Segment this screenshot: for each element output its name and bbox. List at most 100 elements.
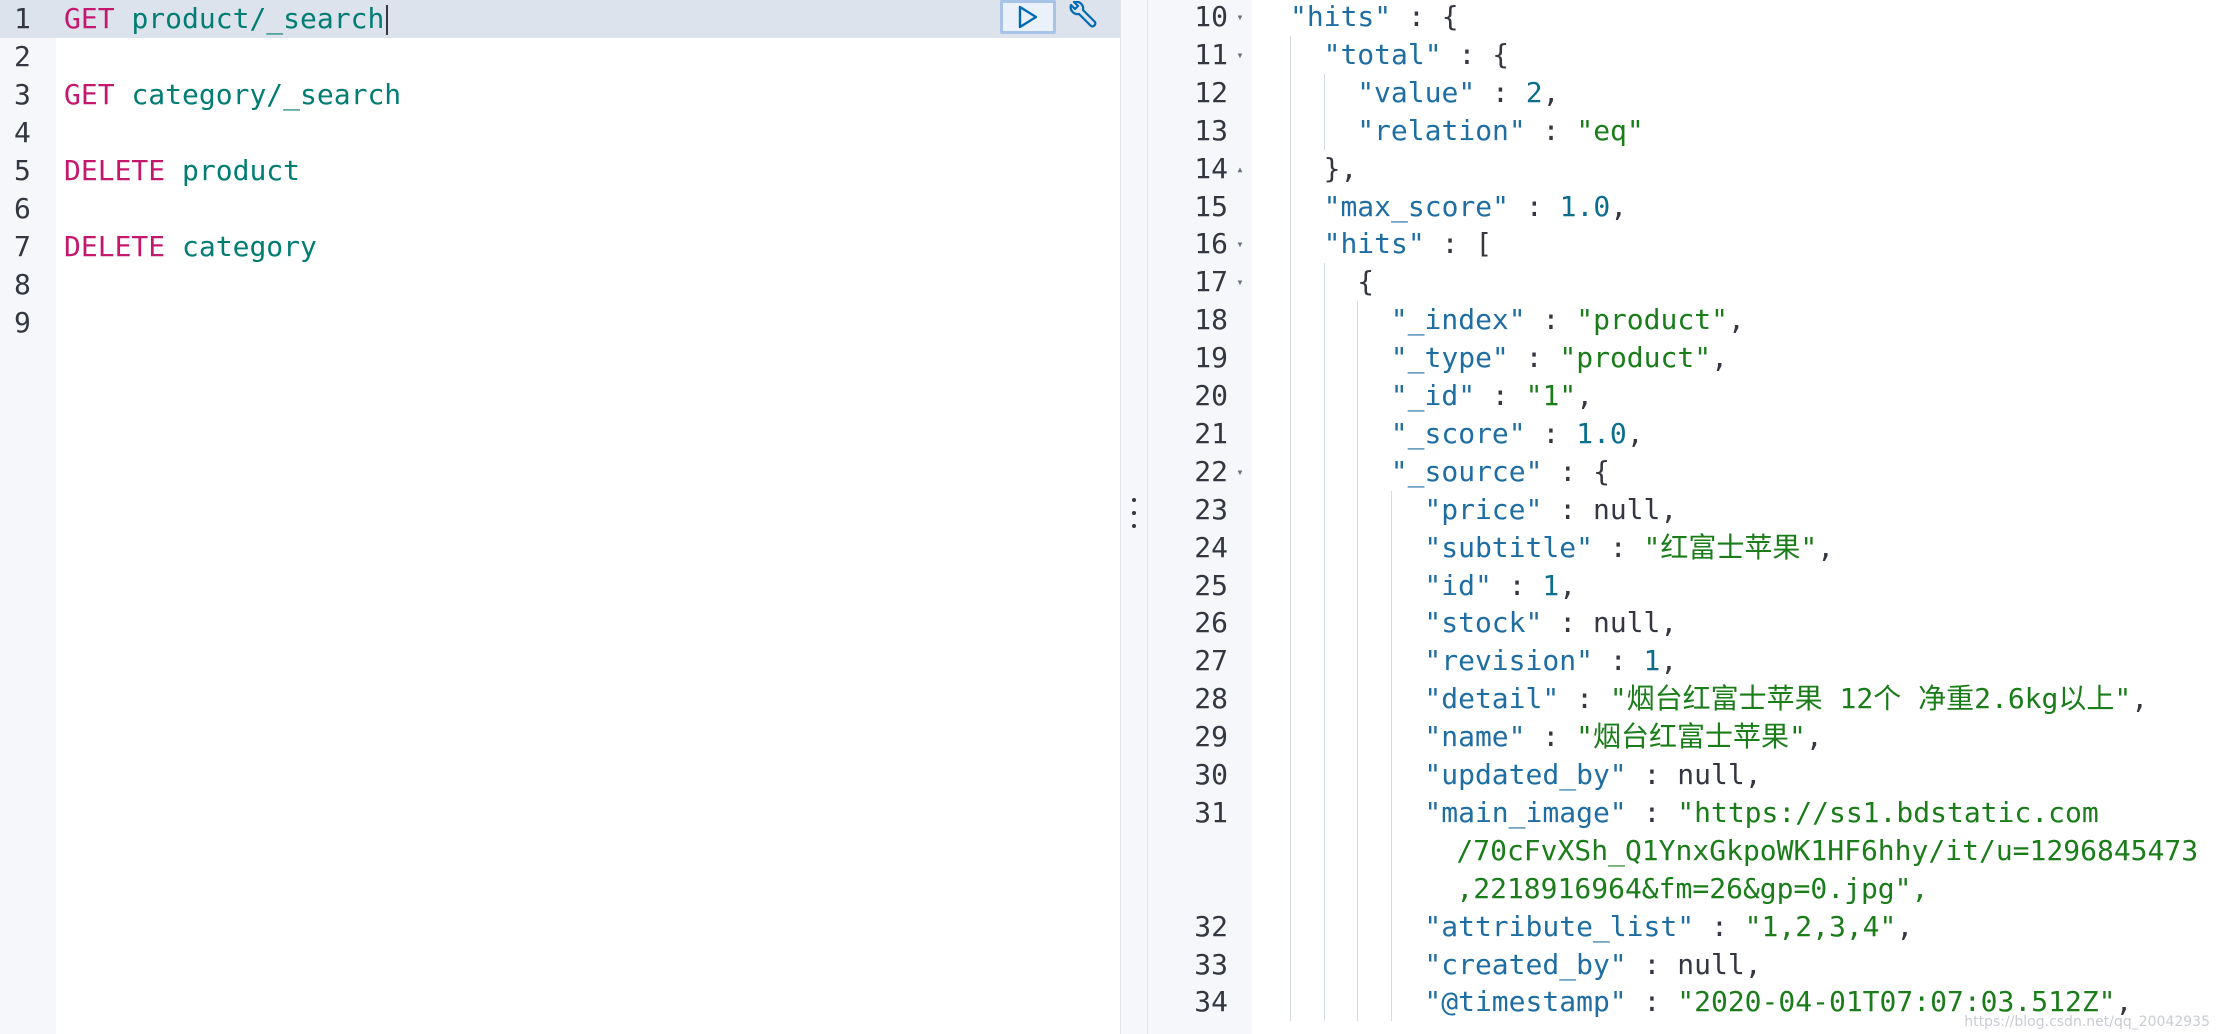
pane-resize-handle[interactable] [1120, 0, 1148, 1034]
indent-guide [1290, 907, 1324, 946]
json-value: null [1592, 492, 1661, 526]
line-number: 17 [1194, 265, 1228, 299]
indent-guide [1290, 490, 1324, 529]
request-line[interactable]: 9 [0, 304, 1120, 342]
json-separator: : [1542, 492, 1593, 526]
json-content: "main_image" : "https://ss1.bdstatic.com [1290, 793, 2099, 832]
request-code: GET product/_search [64, 0, 389, 38]
http-method: GET [64, 78, 115, 111]
line-number: 21 [1194, 416, 1228, 450]
json-separator: : [1391, 0, 1442, 33]
json-content: "detail" : "烟台红富士苹果 12个 净重2.6kg以上", [1290, 680, 2148, 719]
request-line[interactable]: 3 GET category/_search [0, 76, 1120, 114]
json-comma: , [1711, 341, 1728, 375]
json-content: "subtitle" : "红富士苹果", [1290, 528, 1834, 567]
json-content: "attribute_list" : "1,2,3,4", [1290, 907, 1913, 946]
json-key: "detail" [1424, 682, 1560, 716]
line-number: 7 [14, 230, 31, 263]
json-value: [ [1475, 227, 1493, 261]
indent-guide [1357, 604, 1391, 643]
request-editor[interactable]: 1 GET product/_search 2 3 GET category/_sear… [0, 0, 1120, 1034]
json-content: "hits" : [ [1290, 225, 1493, 264]
play-icon [1018, 5, 1038, 29]
line-number: 24 [1194, 530, 1228, 564]
request-line[interactable]: 1 GET product/_search [0, 0, 1120, 38]
json-content: "_source" : { [1290, 452, 1610, 491]
line-number: 1 [14, 2, 31, 35]
json-separator: : [1525, 416, 1577, 450]
fold-arrow-down-icon[interactable]: ▾ [1232, 263, 1248, 301]
fold-arrow-down-icon[interactable]: ▾ [1232, 453, 1248, 491]
indent-guide [1390, 756, 1425, 794]
line-number: 25 [1194, 568, 1228, 602]
indent-guide [1357, 377, 1391, 415]
json-comma: , [1744, 758, 1762, 791]
indent-guide [1357, 945, 1391, 984]
request-line[interactable]: 5 DELETE product [0, 152, 1120, 190]
fold-arrow-down-icon[interactable]: ▾ [1232, 36, 1248, 74]
line-number: 26 [1194, 606, 1228, 640]
indent-guide [1323, 377, 1358, 415]
line-number: 4 [14, 116, 31, 149]
indent-guide [1390, 566, 1425, 605]
json-value: null [1677, 947, 1745, 981]
fold-arrow-down-icon[interactable]: ▾ [1232, 225, 1248, 263]
line-number: 19 [1194, 341, 1228, 375]
json-content: "updated_by" : null, [1290, 756, 1762, 794]
fold-arrow-down-icon[interactable]: ▾ [1232, 0, 1248, 36]
json-content: "value" : 2, [1290, 73, 1560, 112]
line-number: 18 [1194, 303, 1228, 337]
line-number: 8 [14, 268, 31, 301]
indent-guide [1290, 377, 1324, 415]
line-number: 2 [14, 40, 31, 73]
response-viewer[interactable]: 10 ▾ "hits" : {11 ▾ "total" : {12 "value" : 2… [1148, 0, 2240, 1034]
json-comma: , [1626, 416, 1644, 450]
request-settings-button[interactable] [1062, 0, 1102, 34]
json-value: "烟台红富士苹果 12个 净重2.6kg以上" [1609, 682, 2132, 716]
line-number: 22 [1194, 454, 1228, 488]
json-comma: , [1805, 720, 1823, 754]
indent-guide [1290, 301, 1324, 340]
indent-guide [1323, 452, 1358, 491]
json-separator: : [1626, 947, 1678, 981]
line-number: 34 [1194, 985, 1228, 1019]
request-line[interactable]: 6 [0, 190, 1120, 228]
request-line[interactable]: 8 [0, 266, 1120, 304]
json-key: "hits" [1323, 227, 1425, 261]
json-content: "total" : { [1290, 35, 1509, 74]
request-line[interactable]: 4 [0, 114, 1120, 152]
json-separator: : [1626, 758, 1678, 791]
indent-guide [1357, 831, 1391, 870]
http-method: DELETE [64, 154, 166, 187]
json-separator: : [1592, 530, 1644, 564]
request-line[interactable]: 2 [0, 38, 1120, 76]
run-request-button[interactable] [1000, 0, 1056, 34]
json-value: "eq" [1576, 113, 1644, 147]
indent-guide [1290, 756, 1324, 794]
fold-arrow-up-icon[interactable]: ▴ [1232, 150, 1248, 188]
indent-guide [1390, 680, 1425, 719]
json-separator: : [1509, 189, 1560, 223]
json-key: "max_score" [1323, 189, 1510, 223]
indent-guide [1290, 73, 1324, 112]
json-value: 1.0 [1559, 189, 1611, 223]
json-content: "_type" : "product", [1290, 339, 1728, 378]
json-key: "value" [1357, 75, 1476, 109]
watermark: https://blog.csdn.net/qq_20042935 [1964, 1014, 2210, 1030]
indent-guide [1290, 149, 1324, 188]
json-key: "id" [1424, 568, 1492, 602]
json-value: "product" [1559, 341, 1712, 375]
json-key: "total" [1323, 37, 1442, 71]
json-value: "1" [1525, 379, 1577, 412]
indent-guide [1357, 983, 1391, 1022]
json-key: "subtitle" [1424, 530, 1593, 564]
json-separator: : [1525, 303, 1577, 337]
indent-guide [1323, 718, 1358, 757]
line-number: 3 [14, 78, 31, 111]
dev-tools-console: 1 GET product/_search 2 3 GET category/_sear… [0, 0, 2240, 1034]
json-value: "烟台红富士苹果" [1576, 720, 1806, 754]
indent-guide [1290, 793, 1324, 832]
request-line[interactable]: 7 DELETE category [0, 228, 1120, 266]
request-code: DELETE product [64, 152, 300, 190]
json-comma: , [1542, 75, 1560, 109]
